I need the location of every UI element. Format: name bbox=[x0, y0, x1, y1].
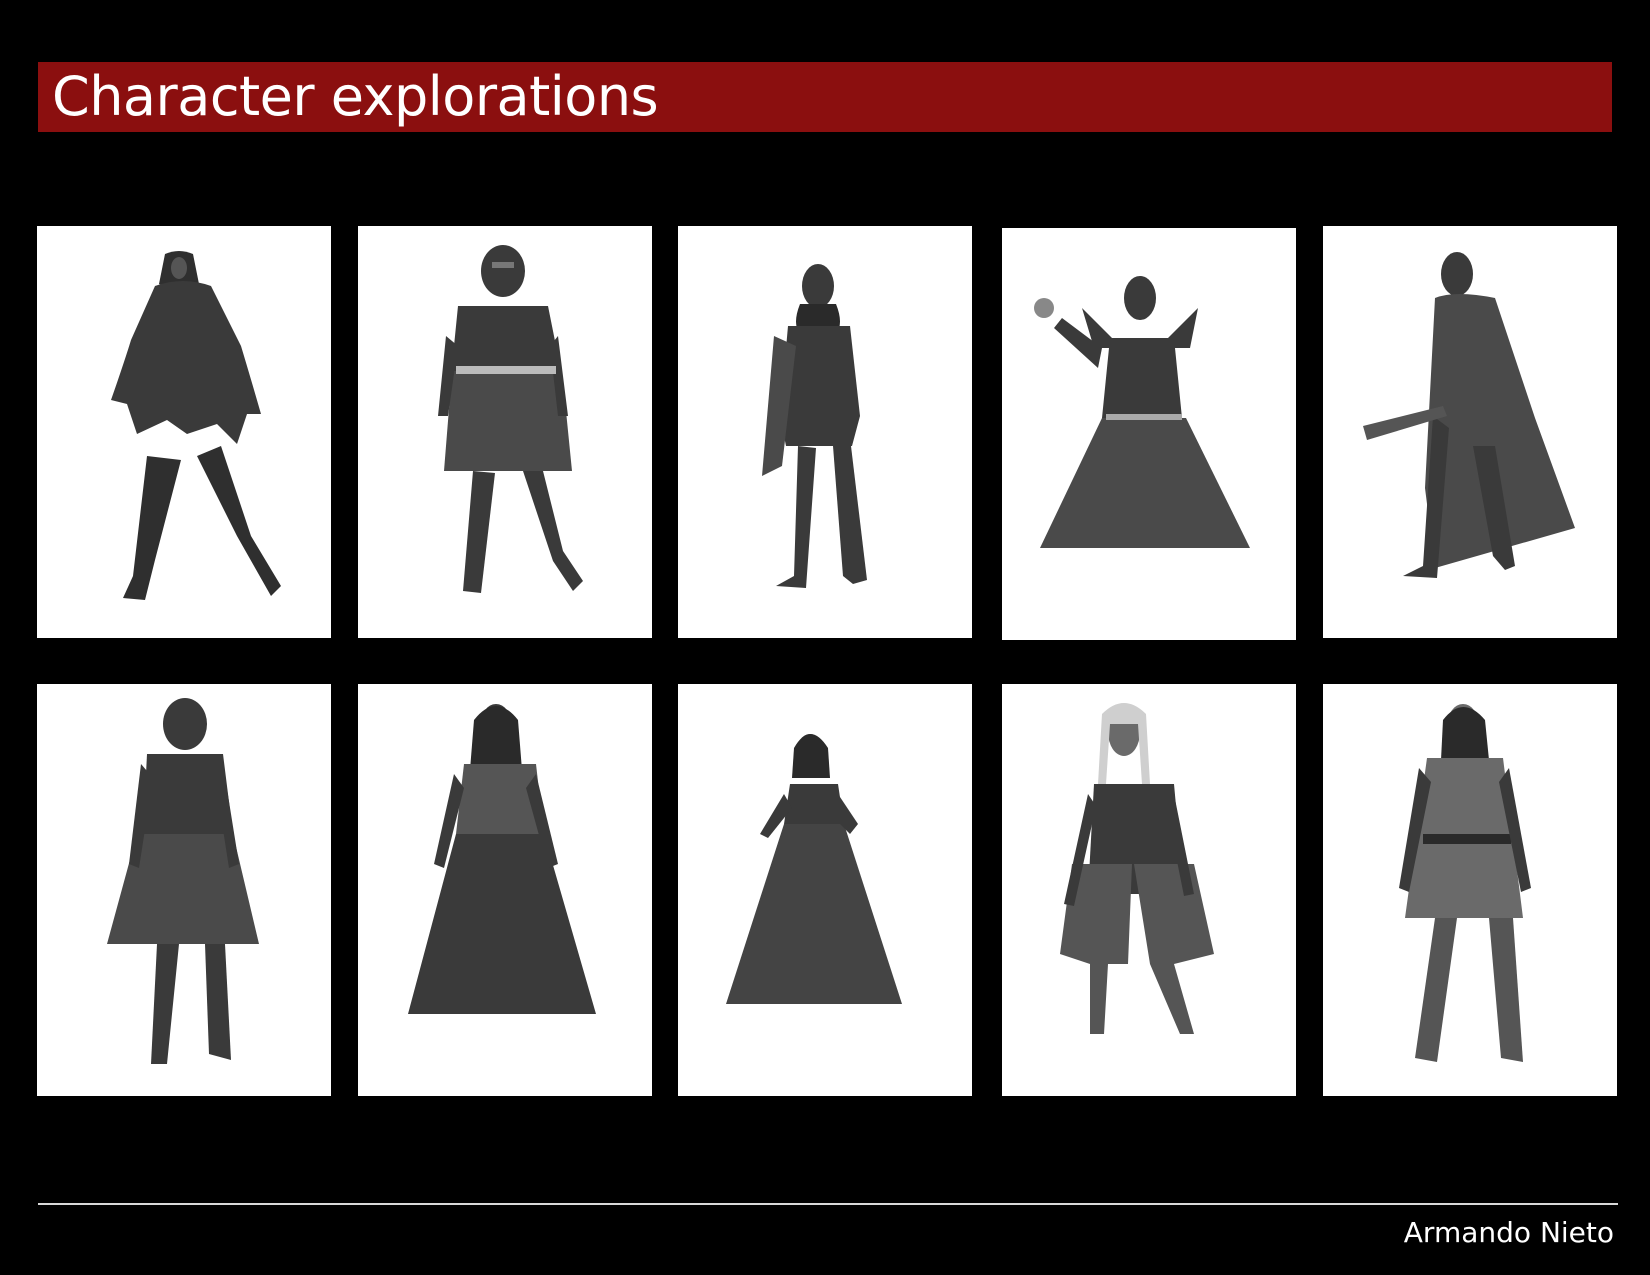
woman-ball-gown-illustration bbox=[726, 734, 902, 1004]
caped-woman-illustration bbox=[762, 264, 867, 588]
character-card-4[interactable] bbox=[1002, 228, 1296, 640]
author-name: Armando Nieto bbox=[1403, 1216, 1614, 1249]
tunic-boots-figure-illustration bbox=[1399, 704, 1531, 1062]
footer-divider bbox=[38, 1203, 1618, 1205]
character-card-5[interactable] bbox=[1323, 226, 1617, 638]
character-card-7[interactable] bbox=[358, 684, 652, 1096]
knight-fringed-illustration bbox=[107, 698, 259, 1064]
character-card-1[interactable] bbox=[37, 226, 331, 638]
white-haired-figure-illustration bbox=[1060, 703, 1214, 1034]
title-bar: Character explorations bbox=[38, 62, 1612, 132]
woman-long-skirt-illustration bbox=[408, 704, 596, 1014]
hooded-figure-illustration bbox=[111, 251, 281, 600]
sorcerer-illustration bbox=[1034, 276, 1250, 548]
page-title: Character explorations bbox=[52, 65, 659, 128]
character-card-3[interactable] bbox=[678, 226, 972, 638]
character-card-9[interactable] bbox=[1002, 684, 1296, 1096]
character-card-6[interactable] bbox=[37, 684, 331, 1096]
character-card-10[interactable] bbox=[1323, 684, 1617, 1096]
character-card-8[interactable] bbox=[678, 684, 972, 1096]
caped-gunner-illustration bbox=[1363, 252, 1575, 578]
armored-knight-illustration bbox=[438, 245, 583, 593]
character-card-2[interactable] bbox=[358, 226, 652, 638]
